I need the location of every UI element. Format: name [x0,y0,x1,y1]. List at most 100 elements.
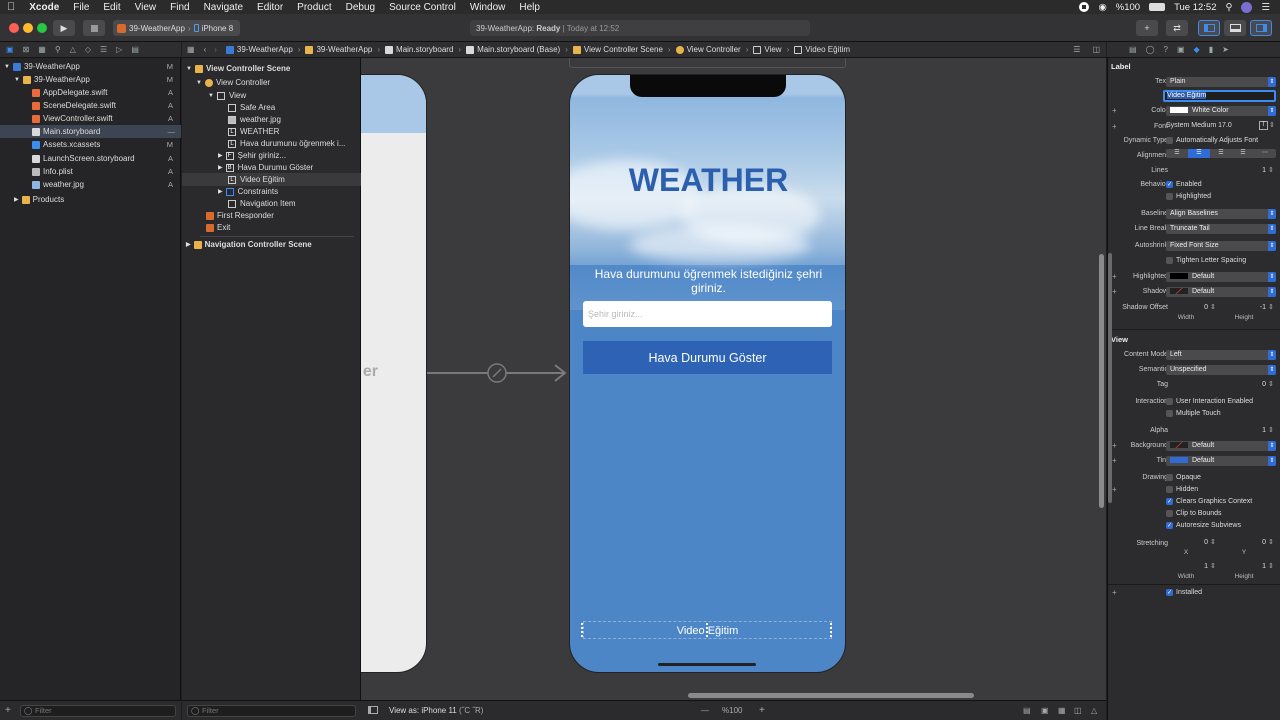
disclosure-open-icon[interactable]: ▼ [208,93,214,99]
zoom-window-button[interactable] [37,23,47,33]
find-icon[interactable]: ⚲ [55,45,61,54]
attributes-inspector-icon[interactable]: ◆ [1194,45,1200,54]
stretch-width-stepper[interactable]: ⇕ [1210,562,1216,570]
hidden-checkbox[interactable]: Hidden [1166,486,1198,493]
related-items-icon[interactable]: ▦ [182,45,200,54]
add-constraints-icon[interactable]: ◫ [1074,706,1082,715]
align-right-icon[interactable]: ☰ [1210,149,1232,158]
crumb-storyboard[interactable]: Main.storyboard [380,45,458,54]
outline-filter-input[interactable]: ◯ Filter [187,705,356,717]
identity-inspector-icon[interactable]: ▣ [1177,45,1185,54]
history-inspector-icon[interactable]: ◯ [1146,45,1155,54]
menu-view[interactable]: View [128,2,164,13]
toggle-debug-area-button[interactable] [1224,20,1246,36]
nav-file-main-storyboard[interactable]: Main.storyboard — [0,125,181,138]
breakpoint-icon[interactable]: ▷ [116,45,122,54]
size-inspector-icon[interactable]: ▮ [1209,45,1213,54]
disclosure-open-icon[interactable]: ▼ [196,80,202,86]
highlighted-checkbox[interactable]: Highlighted [1166,193,1211,200]
font-stepper[interactable]: ⇕ [1269,121,1275,129]
nav-project-row[interactable]: ▼ 39-WeatherApp M [4,60,179,73]
semantic-popup[interactable]: Unspecified ⇕ [1166,365,1276,375]
line-break-popup[interactable]: Truncate Tail ⇕ [1166,224,1276,234]
menu-navigate[interactable]: Navigate [197,2,250,13]
content-mode-popup[interactable]: Left ⇕ [1166,350,1276,360]
stretch-height-stepper[interactable]: ⇕ [1268,562,1274,570]
forward-icon[interactable]: › [210,45,221,54]
clip-to-bounds-checkbox[interactable]: Clip to Bounds [1166,510,1222,517]
test-icon[interactable]: ◇ [85,45,91,54]
menu-editor[interactable]: Editor [250,2,290,13]
menu-product[interactable]: Product [290,2,338,13]
disclosure-closed-icon[interactable]: ▶ [218,164,223,171]
resolve-issues-icon[interactable]: △ [1091,706,1097,715]
folder-icon[interactable]: ▣ [6,45,14,54]
add-file-icon[interactable]: + [5,705,11,716]
lines-field[interactable]: 1 [1228,167,1266,174]
shadow-popup[interactable]: Default ⇕ [1166,287,1276,297]
add-editor-icon[interactable]: ◫ [1086,45,1106,54]
text-value-field[interactable]: Video Eğitim [1163,90,1276,102]
spotlight-icon[interactable]: ⚲ [1226,2,1233,13]
navigation-controller-scene-preview[interactable]: er [361,74,427,673]
scene-dock[interactable] [569,58,846,68]
disclosure-closed-icon[interactable]: ▶ [186,241,191,248]
nav-file-infoplist[interactable]: Info.plist A [32,165,179,178]
stretch-y-field[interactable]: 0 [1232,539,1266,546]
instruction-label[interactable]: Hava durumunu öğrenmek istediğiniz şehri… [590,267,827,295]
tag-stepper[interactable]: ⇕ [1268,380,1274,388]
text-type-popup[interactable]: Plain ⇕ [1166,77,1276,87]
menu-source-control[interactable]: Source Control [382,2,463,13]
show-weather-button[interactable]: Hava Durumu Göster [583,341,832,374]
editor-options-icon[interactable]: ☰ [1067,45,1086,54]
nav-file-assets[interactable]: Assets.xcassets M [32,138,179,151]
dynamic-type-checkbox[interactable]: Automatically Adjusts Font [1166,137,1258,144]
baseline-popup[interactable]: Align Baselines ⇕ [1166,209,1276,219]
crumb-view[interactable]: View [748,45,786,54]
nav-file-launchscreen[interactable]: LaunchScreen.storyboard A [32,152,179,165]
city-text-field[interactable]: Şehir giriniz... [583,301,832,327]
inspector-scrollbar[interactable] [1108,253,1112,503]
back-icon[interactable]: ‹ [200,45,211,54]
stretch-x-stepper[interactable]: ⇕ [1210,538,1216,546]
issue-icon[interactable]: △ [70,45,76,54]
disclosure-closed-icon[interactable]: ▶ [218,152,223,159]
file-inspector-icon[interactable]: ▤ [1129,45,1137,54]
highlighted-color-popup[interactable]: Default ⇕ [1166,272,1276,282]
user-interaction-checkbox[interactable]: User Interaction Enabled [1166,398,1253,405]
nav-file-weatherjpg[interactable]: weather.jpg A [32,178,179,191]
horizontal-scrollbar[interactable] [688,693,974,698]
library-button[interactable]: + [1136,20,1158,36]
shadow-height-field[interactable]: -1 [1232,304,1266,311]
resize-handle[interactable] [830,623,833,637]
notification-center-icon[interactable]: ☰ [1261,2,1270,13]
installed-checkbox[interactable]: ✓ Installed [1166,589,1202,596]
zoom-in-button[interactable]: + [759,705,765,716]
debug-icon[interactable]: ☰ [100,45,107,54]
autoshrink-popup[interactable]: Fixed Font Size ⇕ [1166,241,1276,251]
symbol-icon[interactable]: ▦ [38,45,46,54]
toggle-inspector-button[interactable] [1250,20,1272,36]
apple-menu-icon[interactable]:  [0,1,22,13]
menu-debug[interactable]: Debug [339,2,382,13]
scheme-selector[interactable]: 39-WeatherApp › iPhone 8 [113,20,240,36]
crumb-storyboard-base[interactable]: Main.storyboard (Base) [461,45,565,54]
align-center-icon[interactable]: ☰ [1188,149,1210,158]
minimize-window-button[interactable] [23,23,33,33]
disclosure-open-icon[interactable]: ▼ [14,77,20,83]
battery-icon[interactable] [1149,3,1166,11]
nav-file-appdelegate[interactable]: AppDelegate.swift A [32,86,179,99]
outline-vc-row[interactable]: ▼ View Controller [196,76,356,89]
background-popup[interactable]: Default ⇕ [1166,441,1276,451]
outline-nav-scene-row[interactable]: ▶ Navigation Controller Scene [186,238,356,251]
disclosure-open-icon[interactable]: ▼ [186,66,192,72]
lines-stepper[interactable]: ⇕ [1268,166,1274,174]
stretch-height-field[interactable]: 1 [1232,563,1266,570]
opaque-checkbox[interactable]: Opaque [1166,474,1201,481]
alpha-stepper[interactable]: ⇕ [1268,426,1274,434]
navigator-filter-input[interactable]: ◯ Filter [20,705,176,717]
font-picker-icon[interactable]: T [1259,121,1268,130]
nav-group-row[interactable]: ▼ 39-WeatherApp M [14,73,179,86]
align-justified-icon[interactable]: ☰ [1232,149,1254,158]
disclosure-open-icon[interactable]: ▼ [4,64,10,70]
